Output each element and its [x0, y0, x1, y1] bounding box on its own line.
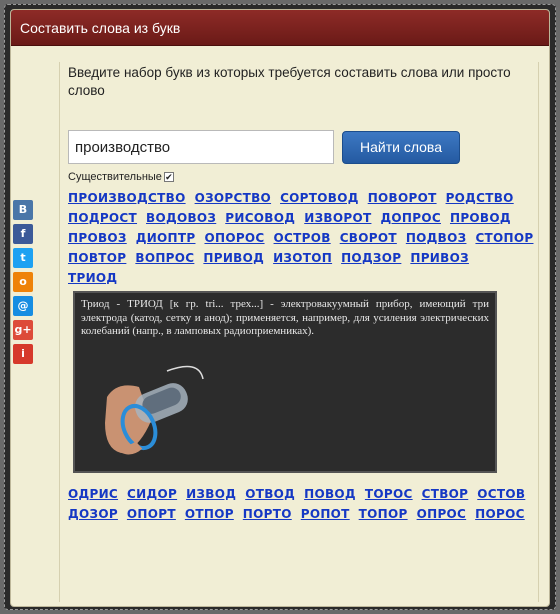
word-line: ПРОВОЗ ДИОПТР ОПОРОС ОСТРОВ СВОРОТ ПОДВОЗ СТОП… [68, 231, 538, 245]
letters-input[interactable] [68, 130, 334, 164]
liveinternet-icon[interactable]: i [13, 344, 33, 364]
word-link[interactable]: ДОЗОР [68, 507, 118, 521]
main-content: Введите набор букв из которых требуется … [59, 62, 539, 602]
vk-icon[interactable]: В [13, 200, 33, 220]
word-link[interactable]: СТОПОР [475, 231, 533, 245]
triode-lamp-image [105, 365, 204, 455]
definition-text: Триод - ТРИОД [к гр. tri... трех...] - э… [81, 298, 489, 337]
search-row: Найти слова [68, 130, 538, 164]
word-link[interactable]: ПОВОД [304, 487, 356, 501]
word-link[interactable]: ПРИВОД [203, 251, 264, 265]
social-share-bar: Вf t о @ g+ i [13, 200, 33, 368]
noun-checkbox[interactable]: ✔ [163, 172, 174, 182]
word-results-bottom: ОДРИС СИДОР ИЗВОД ОТВОД ПОВОД ТОРОС СТВОР ОСТОВ… [68, 487, 538, 521]
word-link[interactable]: ПРОВОЗ [68, 231, 127, 245]
word-link[interactable]: ПОРОС [475, 507, 525, 521]
word-link[interactable]: ПОДЗОР [341, 251, 401, 265]
word-link[interactable]: ИЗВОРОТ [304, 211, 371, 225]
word-results-top: ПРОИЗВОДСТВО ОЗОРСТВО СОРТОВОД ПОВОРОТ РОДСТ… [68, 191, 538, 285]
word-link[interactable]: ОПОРТ [127, 507, 176, 521]
google-plus-icon[interactable]: g+ [13, 320, 33, 340]
noun-filter: Существительные ✔ [68, 171, 538, 183]
find-words-button[interactable]: Найти слова [342, 130, 460, 164]
word-definition-tooltip: Триод - ТРИОД [к гр. tri... трех...] - э… [73, 291, 497, 473]
noun-checkbox-label: Существительные [68, 171, 162, 183]
word-line: ПРОИЗВОДСТВО ОЗОРСТВО СОРТОВОД ПОВОРОТ РОДСТ… [68, 191, 538, 205]
word-link[interactable]: ИЗОТОП [273, 251, 332, 265]
word-link[interactable]: ОТВОД [245, 487, 295, 501]
facebook-icon[interactable]: f [13, 224, 33, 244]
word-line: ДОЗОР ОПОРТ ОТПОР ПОРТО РОПОТ ТОПОР ОПРОС ПОРОС [68, 507, 538, 521]
word-link[interactable]: ТОРОС [365, 487, 413, 501]
word-link[interactable]: ПОДВОЗ [406, 231, 467, 245]
word-link[interactable]: СТВОР [422, 487, 469, 501]
word-link[interactable]: ОЗОРСТВО [195, 191, 271, 205]
word-link[interactable]: РОПОТ [301, 507, 350, 521]
word-line: ПОДРОСТ ВОДОВОЗ РИСОВОД ИЗВОРОТ ДОПРОС ПРОВОД [68, 211, 538, 225]
word-link[interactable]: СИДОР [127, 487, 177, 501]
word-link[interactable]: ОДРИС [68, 487, 118, 501]
instruction-text: Введите набор букв из которых требуется … [68, 65, 511, 98]
twitter-icon[interactable]: t [13, 248, 33, 268]
word-link[interactable]: РОДСТВО [446, 191, 514, 205]
word-link[interactable]: ОПОРОС [204, 231, 264, 245]
word-link[interactable]: ОПРОС [417, 507, 467, 521]
word-link[interactable]: ПОВОРОТ [368, 191, 437, 205]
word-link[interactable]: ВОДОВОЗ [146, 211, 216, 225]
word-line: ОДРИС СИДОР ИЗВОД ОТВОД ПОВОД ТОРОС СТВОР ОСТОВ [68, 487, 538, 501]
odnoklassniki-icon[interactable]: о [13, 272, 33, 292]
word-link[interactable]: ДИОПТР [136, 231, 196, 245]
mailru-icon[interactable]: @ [13, 296, 33, 316]
word-link[interactable]: ПОВТОР [68, 251, 126, 265]
word-link[interactable]: СОРТОВОД [280, 191, 359, 205]
word-link[interactable]: ПОРТО [243, 507, 292, 521]
word-link[interactable]: ИЗВОД [186, 487, 236, 501]
app-window: Составить слова из букв Вf t о @ g+ i Введите… [10, 9, 550, 607]
word-link[interactable]: ДОПРОС [380, 211, 441, 225]
word-link[interactable]: ПОДРОСТ [68, 211, 137, 225]
word-link[interactable]: ПРИВОЗ [410, 251, 469, 265]
word-link[interactable]: ОСТОВ [477, 487, 525, 501]
word-link[interactable]: ПРОВОД [450, 211, 511, 225]
word-link[interactable]: ТРИОД [68, 271, 117, 285]
word-link[interactable]: ОТПОР [185, 507, 234, 521]
word-link[interactable]: ТОПОР [359, 507, 408, 521]
word-link[interactable]: ВОПРОС [135, 251, 194, 265]
word-link[interactable]: СВОРОТ [340, 231, 397, 245]
window-title: Составить слова из букв [11, 10, 549, 46]
word-line: ПОВТОР ВОПРОС ПРИВОД ИЗОТОП ПОДЗОР ПРИВОЗ [68, 251, 538, 265]
word-link[interactable]: ПРОИЗВОДСТВО [68, 191, 186, 205]
word-link[interactable]: РИСОВОД [225, 211, 295, 225]
word-link[interactable]: ОСТРОВ [274, 231, 331, 245]
word-line: ТРИОД [68, 271, 538, 285]
